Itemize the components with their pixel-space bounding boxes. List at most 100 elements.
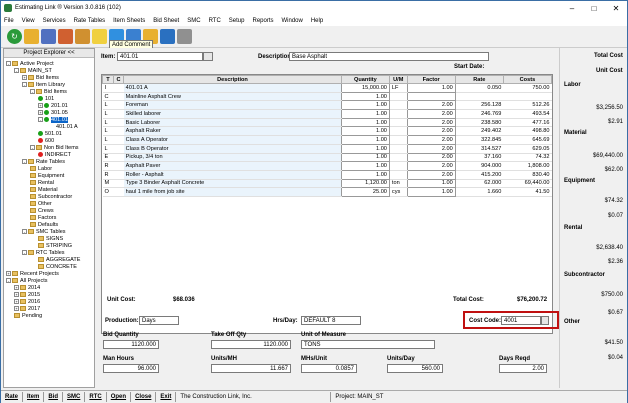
grid-cell-quantity[interactable]: 1.00 bbox=[340, 100, 390, 111]
tree-node[interactable]: SIGNS bbox=[38, 235, 63, 242]
grid-cell-description[interactable]: Roller - Asphalt bbox=[123, 170, 342, 180]
grid-cell-um[interactable] bbox=[389, 109, 408, 119]
tree-node[interactable]: Material bbox=[30, 186, 58, 193]
production-select[interactable]: Days bbox=[139, 316, 179, 325]
grid-cell-description[interactable]: Asphalt Raker bbox=[123, 126, 342, 137]
bid-button[interactable]: Bid bbox=[48, 394, 58, 400]
grid-cell-rate[interactable]: 256.128 bbox=[455, 100, 504, 111]
tree-node[interactable]: - MAIN_ST bbox=[14, 67, 52, 74]
maximize-button[interactable]: □ bbox=[583, 1, 605, 15]
open-folder-icon[interactable] bbox=[24, 29, 39, 44]
grid-cell-factor[interactable]: 2.00 bbox=[406, 161, 456, 171]
grid-cell-description[interactable]: Skilled laborer bbox=[123, 109, 342, 119]
grid-cell-c[interactable] bbox=[113, 153, 124, 163]
grid-cell-type[interactable]: L bbox=[102, 126, 114, 137]
grid-cell-factor[interactable] bbox=[406, 91, 456, 102]
grid-cell-um[interactable] bbox=[389, 100, 408, 111]
exit-button[interactable]: Exit bbox=[160, 394, 171, 400]
close-project-button[interactable]: Close bbox=[135, 394, 151, 400]
grid-cell-quantity[interactable]: 1.00 bbox=[340, 161, 390, 171]
grid-cell-description[interactable]: Class B Operator bbox=[123, 144, 342, 154]
close-button[interactable]: ✕ bbox=[605, 1, 627, 15]
tree-node[interactable]: - Active Project bbox=[6, 60, 54, 67]
grid-cell-um[interactable] bbox=[389, 126, 408, 137]
grid-cell-um[interactable] bbox=[389, 135, 408, 145]
grid-cell-quantity[interactable]: 1.00 bbox=[340, 117, 390, 128]
grid-cell-description[interactable]: 401.01 A bbox=[123, 83, 342, 93]
grid-cell-quantity[interactable]: 1.00 bbox=[340, 126, 390, 137]
menu-help[interactable]: Help bbox=[311, 18, 323, 24]
grid-cell-costs[interactable]: 750.00 bbox=[503, 83, 552, 93]
grid-cell-c[interactable] bbox=[113, 83, 124, 93]
grid-cell-rate[interactable]: 322.845 bbox=[455, 135, 504, 145]
grid-cell-type[interactable]: L bbox=[102, 100, 114, 111]
tree-node[interactable]: + Bid Items bbox=[22, 74, 59, 81]
tree-node[interactable]: +2016 bbox=[14, 298, 40, 305]
grid-cell-rate[interactable]: 37.160 bbox=[455, 153, 504, 163]
grid-cell-costs[interactable]: 629.05 bbox=[503, 144, 552, 154]
menu-setup[interactable]: Setup bbox=[229, 18, 245, 24]
grid-cell-quantity[interactable]: 1.00 bbox=[340, 152, 390, 163]
col-quantity[interactable]: Quantity bbox=[340, 75, 390, 84]
grid-cell-type[interactable]: L bbox=[102, 118, 114, 128]
grid-cell-factor[interactable]: 2.00 bbox=[406, 143, 456, 154]
tree-node[interactable]: AGGREGATE bbox=[38, 256, 80, 263]
tree-node[interactable]: + Recent Projects bbox=[6, 270, 59, 277]
grid-cell-type[interactable]: R bbox=[102, 170, 114, 180]
grid-row[interactable]: R Asphalt Paver 1.00 2.00 904.000 1,808.00 bbox=[102, 161, 552, 171]
menu-bid-sheet[interactable]: Bid Sheet bbox=[153, 18, 179, 24]
grid-cell-description[interactable]: Type 3 Binder Asphalt Concrete bbox=[123, 179, 342, 189]
hrs-day-select[interactable]: DEFAULT 8 bbox=[301, 316, 361, 325]
tree-node[interactable]: Equipment bbox=[30, 172, 64, 179]
tree-node[interactable]: - All Projects bbox=[6, 277, 48, 284]
grid-cell-type[interactable]: L bbox=[102, 109, 114, 119]
grid-cell-c[interactable] bbox=[113, 100, 124, 111]
minimize-button[interactable]: – bbox=[561, 1, 583, 15]
grid-row[interactable]: L Asphalt Raker 1.00 2.00 249.402 498.80 bbox=[102, 126, 552, 137]
col-rate[interactable]: Rate bbox=[454, 75, 504, 84]
import-icon[interactable] bbox=[75, 29, 90, 44]
tree-node[interactable]: - Item Library bbox=[22, 81, 65, 88]
tree-node[interactable]: - Rate Tables bbox=[22, 158, 65, 165]
tree-node[interactable]: Pending bbox=[14, 312, 42, 319]
smc-button[interactable]: SMC bbox=[67, 394, 80, 400]
grid-cell-costs[interactable]: 512.26 bbox=[503, 100, 552, 111]
rate-button[interactable]: Rate bbox=[5, 394, 18, 400]
grid-cell-costs[interactable]: 498.80 bbox=[503, 126, 552, 137]
grid-cell-factor[interactable]: 2.00 bbox=[406, 169, 456, 180]
grid-cell-costs[interactable]: 645.69 bbox=[503, 135, 552, 145]
tree-node[interactable]: Rental bbox=[30, 179, 54, 186]
grid-cell-type[interactable]: C bbox=[102, 92, 114, 102]
grid-cell-quantity[interactable]: 1.00 bbox=[340, 135, 390, 145]
grid-cell-rate[interactable] bbox=[455, 92, 504, 102]
mhs-unit-input[interactable]: 0.0857 bbox=[301, 364, 357, 373]
grid-cell-quantity[interactable]: 25.00 bbox=[340, 187, 390, 197]
units-mh-input[interactable]: 11.667 bbox=[211, 364, 291, 373]
grid-cell-um[interactable]: ton bbox=[389, 179, 408, 189]
grid-cell-factor[interactable]: 1.00 bbox=[406, 187, 456, 197]
grid-cell-rate[interactable]: 62.000 bbox=[455, 179, 504, 189]
item-lookup-button[interactable] bbox=[203, 52, 213, 61]
grid-cell-description[interactable]: Pickup, 3/4 ton bbox=[123, 153, 342, 163]
units-day-input[interactable]: 560.00 bbox=[387, 364, 443, 373]
grid-cell-rate[interactable]: 314.527 bbox=[455, 144, 504, 154]
grid-cell-um[interactable] bbox=[389, 161, 408, 171]
grid-cell-rate[interactable]: 1.660 bbox=[455, 187, 504, 197]
menu-smc[interactable]: SMC bbox=[187, 18, 200, 24]
grid-row[interactable]: L Class B Operator 1.00 2.00 314.527 629.05 bbox=[102, 143, 552, 154]
grid-row[interactable]: C Mainline Asphalt Crew 1.00 bbox=[102, 91, 552, 102]
grid-cell-costs[interactable]: 41.50 bbox=[503, 187, 552, 197]
grid-cell-quantity[interactable]: 1.00 bbox=[340, 169, 390, 180]
grid-cell-description[interactable]: Basic Laborer bbox=[123, 118, 342, 128]
grid-cell-quantity[interactable]: 1.00 bbox=[340, 91, 390, 102]
grid-row[interactable]: L Basic Laborer 1.00 2.00 238.580 477.16 bbox=[102, 117, 552, 128]
tree-node[interactable]: Crews bbox=[30, 207, 54, 214]
tree-node[interactable]: +2017 bbox=[14, 305, 40, 312]
menu-rtc[interactable]: RTC bbox=[209, 18, 221, 24]
description-input[interactable]: Base Asphalt bbox=[289, 52, 489, 61]
grid-cell-factor[interactable]: 2.00 bbox=[406, 100, 456, 111]
grid-cell-c[interactable] bbox=[113, 92, 124, 102]
grid-cell-c[interactable] bbox=[113, 109, 124, 119]
tree-node[interactable]: Labor bbox=[30, 165, 52, 172]
open-button[interactable]: Open bbox=[111, 394, 126, 400]
